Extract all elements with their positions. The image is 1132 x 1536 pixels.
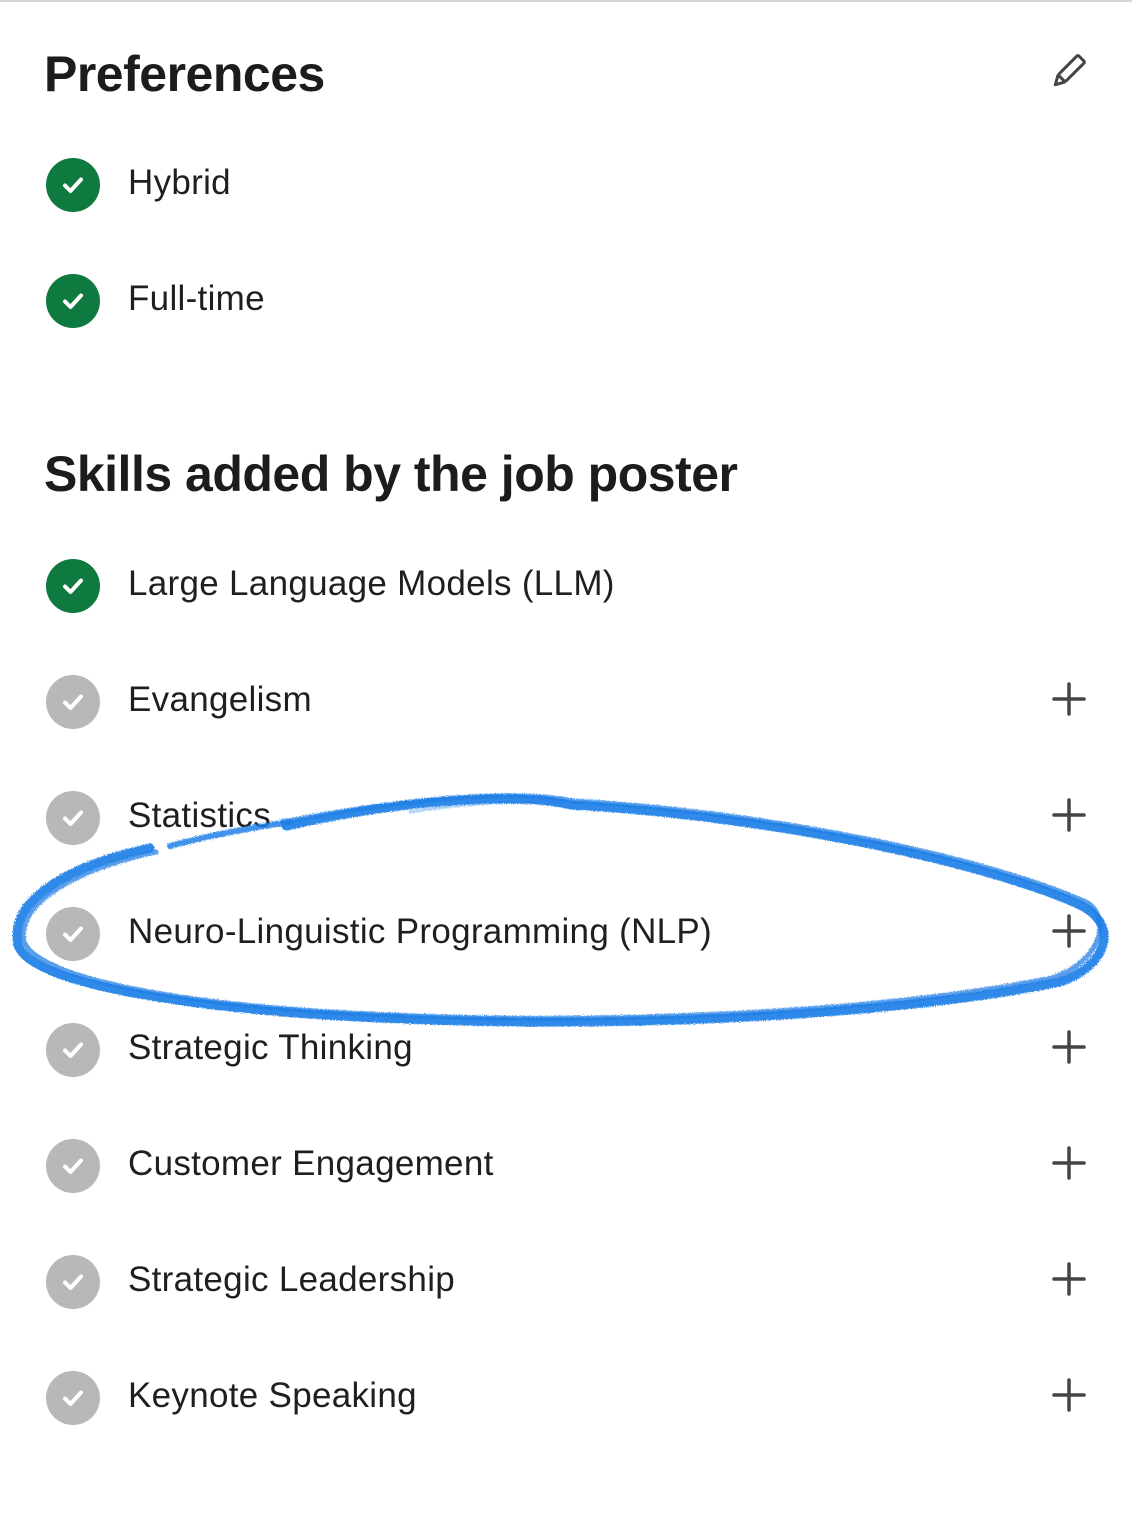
- check-circle-icon: [46, 274, 100, 328]
- plus-icon: [1051, 913, 1087, 954]
- skill-label: Customer Engagement: [128, 1144, 494, 1183]
- plus-icon: [1051, 1029, 1087, 1070]
- add-skill-button[interactable]: [1045, 1025, 1093, 1073]
- check-circle-icon: [46, 158, 100, 212]
- check-circle-icon: [46, 1023, 100, 1077]
- pencil-icon: [1047, 51, 1089, 98]
- check-circle-icon: [46, 675, 100, 729]
- skill-label: Strategic Leadership: [128, 1260, 456, 1299]
- preference-label: Hybrid: [128, 163, 231, 202]
- check-circle-icon: [46, 1139, 100, 1193]
- plus-icon: [1051, 1261, 1087, 1302]
- skill-label: Large Language Models (LLM): [128, 564, 615, 603]
- plus-icon: [1051, 681, 1087, 722]
- skill-item-nlp: Neuro-Linguistic Programming (NLP): [0, 893, 1132, 973]
- skill-item-strategic-thinking: Strategic Thinking: [0, 1009, 1132, 1089]
- add-skill-button[interactable]: [1045, 1141, 1093, 1189]
- preference-label: Full-time: [128, 279, 265, 318]
- edit-preferences-button[interactable]: [1044, 50, 1092, 98]
- skill-label: Evangelism: [128, 680, 312, 719]
- check-circle-icon: [46, 907, 100, 961]
- preferences-title: Preferences: [44, 46, 325, 102]
- add-skill-button[interactable]: [1045, 677, 1093, 725]
- preference-item-full-time: Full-time: [0, 260, 1132, 340]
- preference-item-hybrid: Hybrid: [0, 144, 1132, 224]
- top-divider: [0, 0, 1132, 2]
- skill-item-evangelism: Evangelism: [0, 661, 1132, 741]
- skill-label: Statistics: [128, 796, 272, 835]
- add-skill-button[interactable]: [1045, 909, 1093, 957]
- check-circle-icon: [46, 1371, 100, 1425]
- plus-icon: [1051, 1377, 1087, 1418]
- check-circle-icon: [46, 559, 100, 613]
- skill-label: Keynote Speaking: [128, 1376, 417, 1415]
- add-skill-button[interactable]: [1045, 1373, 1093, 1421]
- plus-icon: [1051, 1145, 1087, 1186]
- skill-label: Strategic Thinking: [128, 1028, 413, 1067]
- check-circle-icon: [46, 1255, 100, 1309]
- add-skill-button[interactable]: [1045, 793, 1093, 841]
- skills-title: Skills added by the job poster: [44, 446, 738, 502]
- skill-label: Neuro-Linguistic Programming (NLP): [128, 912, 713, 951]
- check-circle-icon: [46, 791, 100, 845]
- skill-item-strategic-leadership: Strategic Leadership: [0, 1241, 1132, 1321]
- add-skill-button[interactable]: [1045, 1257, 1093, 1305]
- skill-item-keynote-speaking: Keynote Speaking: [0, 1357, 1132, 1437]
- skill-item-statistics: Statistics: [0, 777, 1132, 857]
- skill-item-customer-engagement: Customer Engagement: [0, 1125, 1132, 1205]
- skill-item-llm: Large Language Models (LLM): [0, 545, 1132, 625]
- plus-icon: [1051, 797, 1087, 838]
